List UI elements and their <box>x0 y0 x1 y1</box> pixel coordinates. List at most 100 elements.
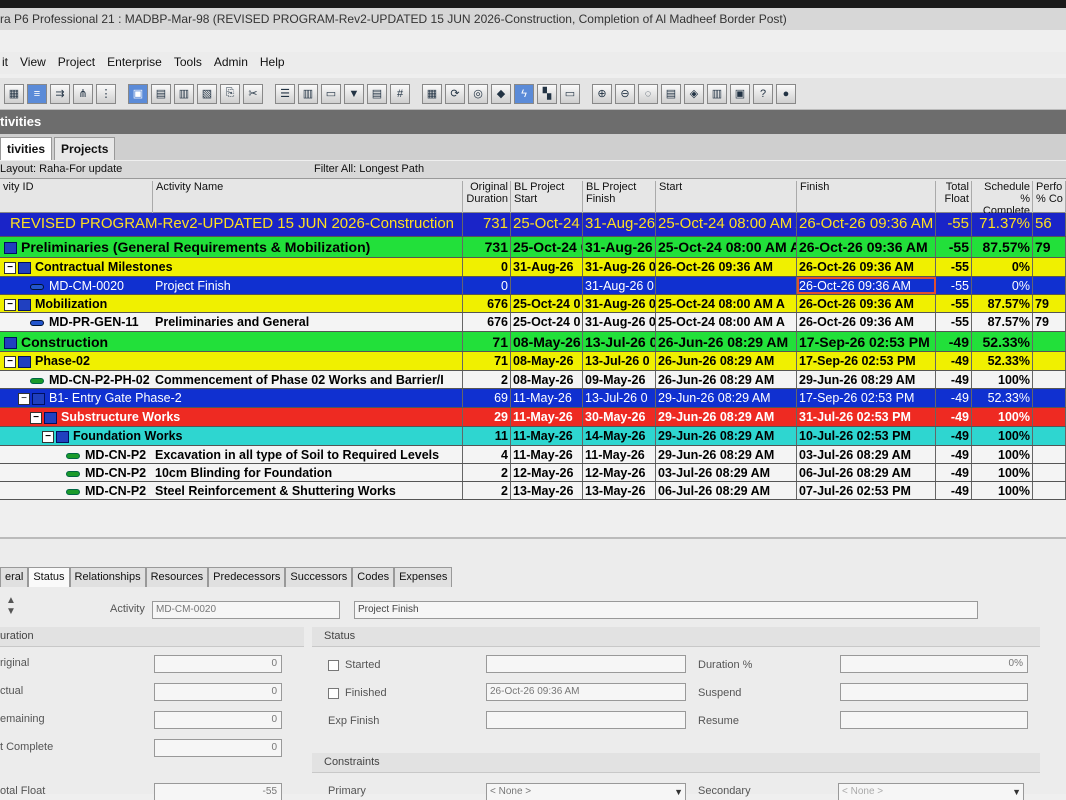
tab-relationships[interactable]: Relationships <box>69 567 146 587</box>
tab-successors[interactable]: Successors <box>285 567 353 587</box>
zoom-in-icon[interactable]: ⊕ <box>592 83 612 104</box>
help-icon[interactable]: ? <box>753 83 773 104</box>
finish-cell[interactable]: 17-Sep-26 02:53 PM <box>797 389 936 407</box>
wbs-row[interactable]: − Substructure Works 29 11-May-26 30-May-26 2… <box>0 408 1066 427</box>
finish-cell[interactable]: 17-Sep-26 02:53 PM <box>797 332 936 351</box>
filter-icon[interactable]: ▼ <box>344 83 364 104</box>
collapse-icon[interactable]: − <box>4 298 16 311</box>
critical-path-icon[interactable]: ϟ <box>514 83 534 104</box>
finish-cell[interactable]: 26-Oct-26 09:36 AM <box>797 277 936 294</box>
col-perf-pct[interactable]: Perfo% Co <box>1033 181 1066 213</box>
resume-field[interactable] <box>840 711 1028 729</box>
copy-icon[interactable]: ⎘ <box>220 83 240 104</box>
finish-cell[interactable]: 06-Jul-26 08:29 AM <box>797 464 936 481</box>
columns-icon[interactable]: ☰ <box>275 83 295 104</box>
tab-status[interactable]: Status <box>28 567 70 587</box>
primary-constraint-select[interactable]: < None > ▼ <box>486 783 686 800</box>
col-schedule-pct[interactable]: Schedule% Complete <box>972 181 1033 217</box>
filter-label[interactable]: Filter All: Longest Path <box>314 163 424 175</box>
menu-edit[interactable]: it <box>2 55 8 74</box>
tab-activities[interactable]: tivities <box>0 137 53 160</box>
finish-cell[interactable]: 26-Oct-26 09:36 AM <box>797 213 936 236</box>
activity-row[interactable]: MD-CN-P2-PH-02 Commencement of Phase 02 W… <box>0 371 1066 389</box>
activity-row[interactable]: MD-CN-P2 Steel Reinforcement & Shuttering… <box>0 482 1066 500</box>
wbs-row[interactable]: − B1- Entry Gate Phase-2 69 11-May-26 13-Jul… <box>0 389 1066 408</box>
finish-cell[interactable]: 07-Jul-26 02:53 PM <box>797 482 936 499</box>
menu-project[interactable]: Project <box>58 55 95 74</box>
activity-name-field[interactable]: Project Finish <box>354 601 978 619</box>
zoom-fit-icon[interactable]: ◌ <box>638 83 658 104</box>
diamond-icon[interactable]: ◈ <box>684 83 704 104</box>
user-icon[interactable]: ● <box>776 83 796 104</box>
col-start[interactable]: Start <box>656 181 797 213</box>
tree-icon[interactable]: ⋮ <box>96 83 116 104</box>
finish-cell[interactable]: 29-Jun-26 08:29 AM <box>797 371 936 388</box>
finish-cell[interactable]: 26-Oct-26 09:36 AM <box>797 295 936 312</box>
collapse-icon[interactable]: − <box>4 261 16 274</box>
tab-general[interactable]: eral <box>0 567 29 587</box>
col-activity-name[interactable]: Activity Name <box>153 181 463 213</box>
activity-row[interactable]: MD-PR-GEN-11 Preliminaries and General 676… <box>0 313 1066 332</box>
col-total-float[interactable]: Total Float <box>936 181 972 213</box>
actual-field[interactable]: 0 <box>154 683 282 701</box>
resources-icon[interactable]: ▥ <box>174 83 194 104</box>
gantt-icon[interactable]: ⇉ <box>50 83 70 104</box>
activity-row[interactable]: MD-CN-P2 Excavation in all type of Soil t… <box>0 446 1066 464</box>
group-icon[interactable]: ▭ <box>321 83 341 104</box>
remaining-field[interactable]: 0 <box>154 711 282 729</box>
col-bl-start[interactable]: BL Project Start <box>511 181 583 213</box>
duration-pct-field[interactable]: 0% <box>840 655 1028 673</box>
split-icon[interactable]: ▤ <box>661 83 681 104</box>
project-row[interactable]: REVISED PROGRAM-Rev2-UPDATED 15 JUN 2026… <box>0 213 1066 237</box>
nav-arrows-icon[interactable]: ▲ ▼ <box>6 595 16 617</box>
tab-projects[interactable]: Projects <box>54 137 116 160</box>
finish-cell[interactable]: 03-Jul-26 08:29 AM <box>797 446 936 463</box>
activity-row[interactable]: MD-CN-P2 10cm Blinding for Foundation 2 12-… <box>0 464 1066 482</box>
schedule-icon[interactable]: ▦ <box>422 83 442 104</box>
number-icon[interactable]: # <box>390 83 410 104</box>
finished-checkbox[interactable]: Finished <box>328 687 387 699</box>
original-field[interactable]: 0 <box>154 655 282 673</box>
suspend-field[interactable] <box>840 683 1028 701</box>
finish-cell[interactable]: 17-Sep-26 02:53 PM <box>797 352 936 370</box>
collapse-icon[interactable]: − <box>42 430 54 443</box>
started-checkbox[interactable]: Started <box>328 659 380 671</box>
activity-row[interactable]: MD-CM-0020 Project Finish 0 31-Aug-26 0 26-O… <box>0 277 1066 295</box>
wbs-row[interactable]: − Foundation Works 11 11-May-26 14-May-26 29-… <box>0 427 1066 446</box>
activity-id-field[interactable]: MD-CM-0020 <box>152 601 340 619</box>
menu-admin[interactable]: Admin <box>214 55 248 74</box>
finished-date-field[interactable]: 26-Oct-26 09:36 AM <box>486 683 686 701</box>
col-duration[interactable]: Original Duration <box>463 181 511 213</box>
wbs-icon[interactable]: ▤ <box>151 83 171 104</box>
panes-icon[interactable]: ▥ <box>707 83 727 104</box>
globe-icon[interactable]: ◎ <box>468 83 488 104</box>
started-date-field[interactable] <box>486 655 686 673</box>
menu-enterprise[interactable]: Enterprise <box>107 55 162 74</box>
finish-cell[interactable]: 26-Oct-26 09:36 AM <box>797 237 936 257</box>
zoom-out-icon[interactable]: ⊖ <box>615 83 635 104</box>
layout-options-icon[interactable]: ▤ <box>367 83 387 104</box>
assign-icon[interactable]: ▧ <box>197 83 217 104</box>
network-icon[interactable]: ⋔ <box>73 83 93 104</box>
assign2-icon[interactable]: ▭ <box>560 83 580 104</box>
finish-cell[interactable]: 31-Jul-26 02:53 PM <box>797 408 936 426</box>
wbs-row[interactable]: − Mobilization 676 25-Oct-24 0 31-Aug-26 0 25… <box>0 295 1066 313</box>
wbs-row[interactable]: Preliminaries (General Requirements & Mo… <box>0 237 1066 258</box>
at-complete-field[interactable]: 0 <box>154 739 282 757</box>
col-activity-id[interactable]: vity ID <box>0 181 153 213</box>
col-bl-finish[interactable]: BL Project Finish <box>583 181 656 213</box>
wbs-row[interactable]: Construction 71 08-May-26 13-Jul-26 0 26-Jun… <box>0 332 1066 352</box>
trace-icon[interactable]: ▚ <box>537 83 557 104</box>
layout-label[interactable]: Layout: Raha-For update <box>0 163 312 175</box>
tab-expenses[interactable]: Expenses <box>394 567 453 587</box>
wbs-row[interactable]: − Contractual Milestones 0 31-Aug-26 31-Aug-… <box>0 258 1066 277</box>
details-icon[interactable]: ▣ <box>730 83 750 104</box>
finish-cell[interactable]: 10-Jul-26 02:53 PM <box>797 427 936 445</box>
cut-icon[interactable]: ✂ <box>243 83 263 104</box>
bars-icon[interactable]: ▥ <box>298 83 318 104</box>
col-finish[interactable]: Finish <box>797 181 936 213</box>
collapse-icon[interactable]: − <box>18 392 30 405</box>
layout-icon[interactable]: ≡ <box>27 83 47 104</box>
tab-codes[interactable]: Codes <box>352 567 395 587</box>
activities-icon[interactable]: ▣ <box>128 83 148 104</box>
